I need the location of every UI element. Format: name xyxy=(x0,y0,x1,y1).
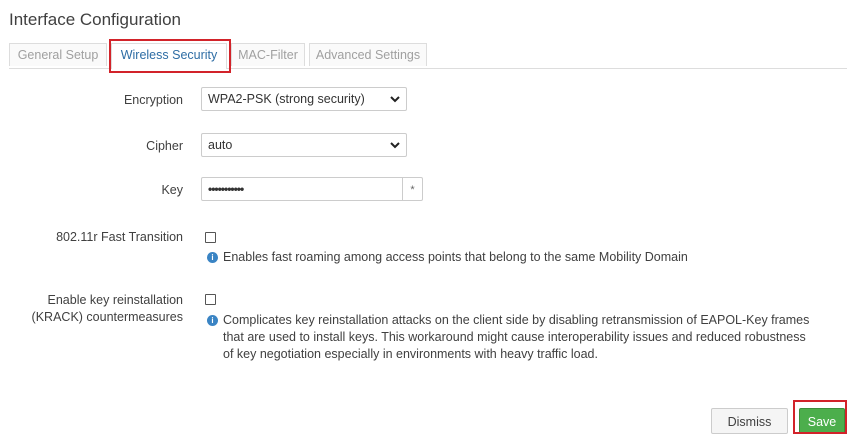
encryption-select[interactable]: WPA2-PSK (strong security) xyxy=(201,87,407,111)
cipher-value: auto xyxy=(208,138,233,152)
info-icon: i xyxy=(207,252,218,263)
reveal-password-button[interactable]: * xyxy=(403,177,423,201)
dismiss-button[interactable]: Dismiss xyxy=(711,408,788,434)
krack-label-line2: (KRACK) countermeasures xyxy=(31,310,183,324)
krack-help-line2: that are used to install keys. This work… xyxy=(223,330,806,344)
save-button[interactable]: Save xyxy=(799,408,845,434)
cipher-select[interactable]: auto xyxy=(201,133,407,157)
fast-transition-label: 802.11r Fast Transition xyxy=(56,230,183,244)
krack-help-line1: Complicates key reinstallation attacks o… xyxy=(223,313,810,327)
key-input[interactable]: ••••••••••• xyxy=(201,177,403,201)
info-icon: i xyxy=(207,315,218,326)
interface-configuration-page: Interface Configuration General Setup Wi… xyxy=(0,0,847,434)
krack-label-line1: Enable key reinstallation xyxy=(47,293,184,307)
chevron-down-icon xyxy=(390,142,400,149)
tab-advanced-settings[interactable]: Advanced Settings xyxy=(309,43,427,66)
fast-transition-help: Enables fast roaming among access points… xyxy=(223,250,688,264)
tab-general-setup[interactable]: General Setup xyxy=(9,43,107,66)
krack-help-line3: of key negotiation especially in environ… xyxy=(223,347,598,361)
encryption-value: WPA2-PSK (strong security) xyxy=(208,92,365,106)
cipher-label: Cipher xyxy=(146,139,183,153)
key-label: Key xyxy=(161,183,183,197)
tab-mac-filter[interactable]: MAC-Filter xyxy=(231,43,305,66)
tab-bar: General Setup Wireless Security MAC-Filt… xyxy=(9,43,847,69)
tab-wireless-security[interactable]: Wireless Security xyxy=(111,43,227,69)
chevron-down-icon xyxy=(390,96,400,103)
encryption-label: Encryption xyxy=(123,93,183,107)
fast-transition-checkbox[interactable] xyxy=(205,232,216,243)
krack-checkbox[interactable] xyxy=(205,294,216,305)
page-title: Interface Configuration xyxy=(9,10,181,29)
